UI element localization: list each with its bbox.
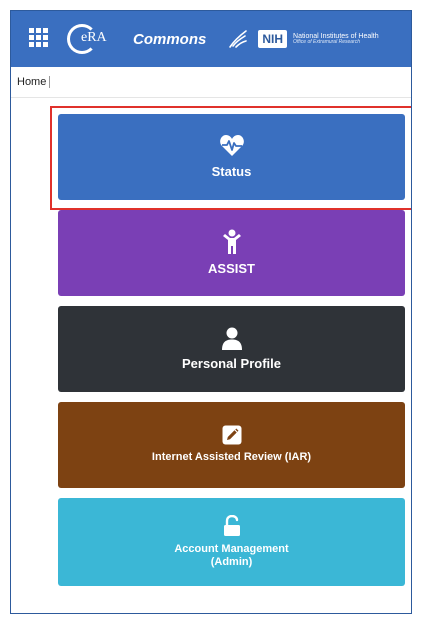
unlock-icon	[223, 514, 240, 536]
breadcrumb-home[interactable]: Home	[17, 76, 51, 88]
person-icon	[222, 229, 241, 255]
iar-tile[interactable]: Internet Assisted Review (IAR)	[58, 402, 405, 488]
assist-tile[interactable]: ASSIST	[58, 210, 405, 296]
nih-org-text: National Institutes of Health Office of …	[293, 33, 379, 46]
app-name: Commons	[133, 30, 207, 48]
personal-profile-tile[interactable]: Personal Profile	[58, 306, 405, 392]
account-management-tile[interactable]: Account Management (Admin)	[58, 498, 405, 586]
era-logo[interactable]: eRA	[67, 22, 119, 56]
edit-icon	[222, 425, 241, 445]
status-tile[interactable]: Status	[58, 114, 405, 200]
hhs-eagle-icon	[229, 30, 248, 48]
nih-badge-text: NIH	[258, 30, 288, 48]
assist-tile-label: ASSIST	[208, 261, 255, 277]
iar-tile-label: Internet Assisted Review (IAR)	[151, 451, 312, 464]
nih-office: Office of Extramural Research	[293, 39, 360, 46]
era-logo-text: eRA	[81, 30, 107, 45]
top-navigation-bar: eRA Commons NIH National Institutes of H…	[11, 11, 411, 67]
app-frame: eRA Commons NIH National Institutes of H…	[10, 10, 412, 614]
breadcrumb: Home	[11, 67, 411, 98]
app-grid-menu-icon[interactable]	[29, 28, 51, 50]
nih-logo[interactable]: NIH National Institutes of Health Office…	[258, 30, 379, 48]
account-management-tile-label: Account Management (Admin)	[174, 543, 288, 569]
user-icon	[221, 327, 242, 351]
account-management-label-line2: (Admin)	[210, 556, 253, 568]
account-management-label-line1: Account Management	[174, 542, 289, 555]
status-tile-label: Status	[211, 164, 252, 180]
heartbeat-icon	[219, 135, 244, 157]
personal-profile-tile-label: Personal Profile	[182, 356, 281, 372]
